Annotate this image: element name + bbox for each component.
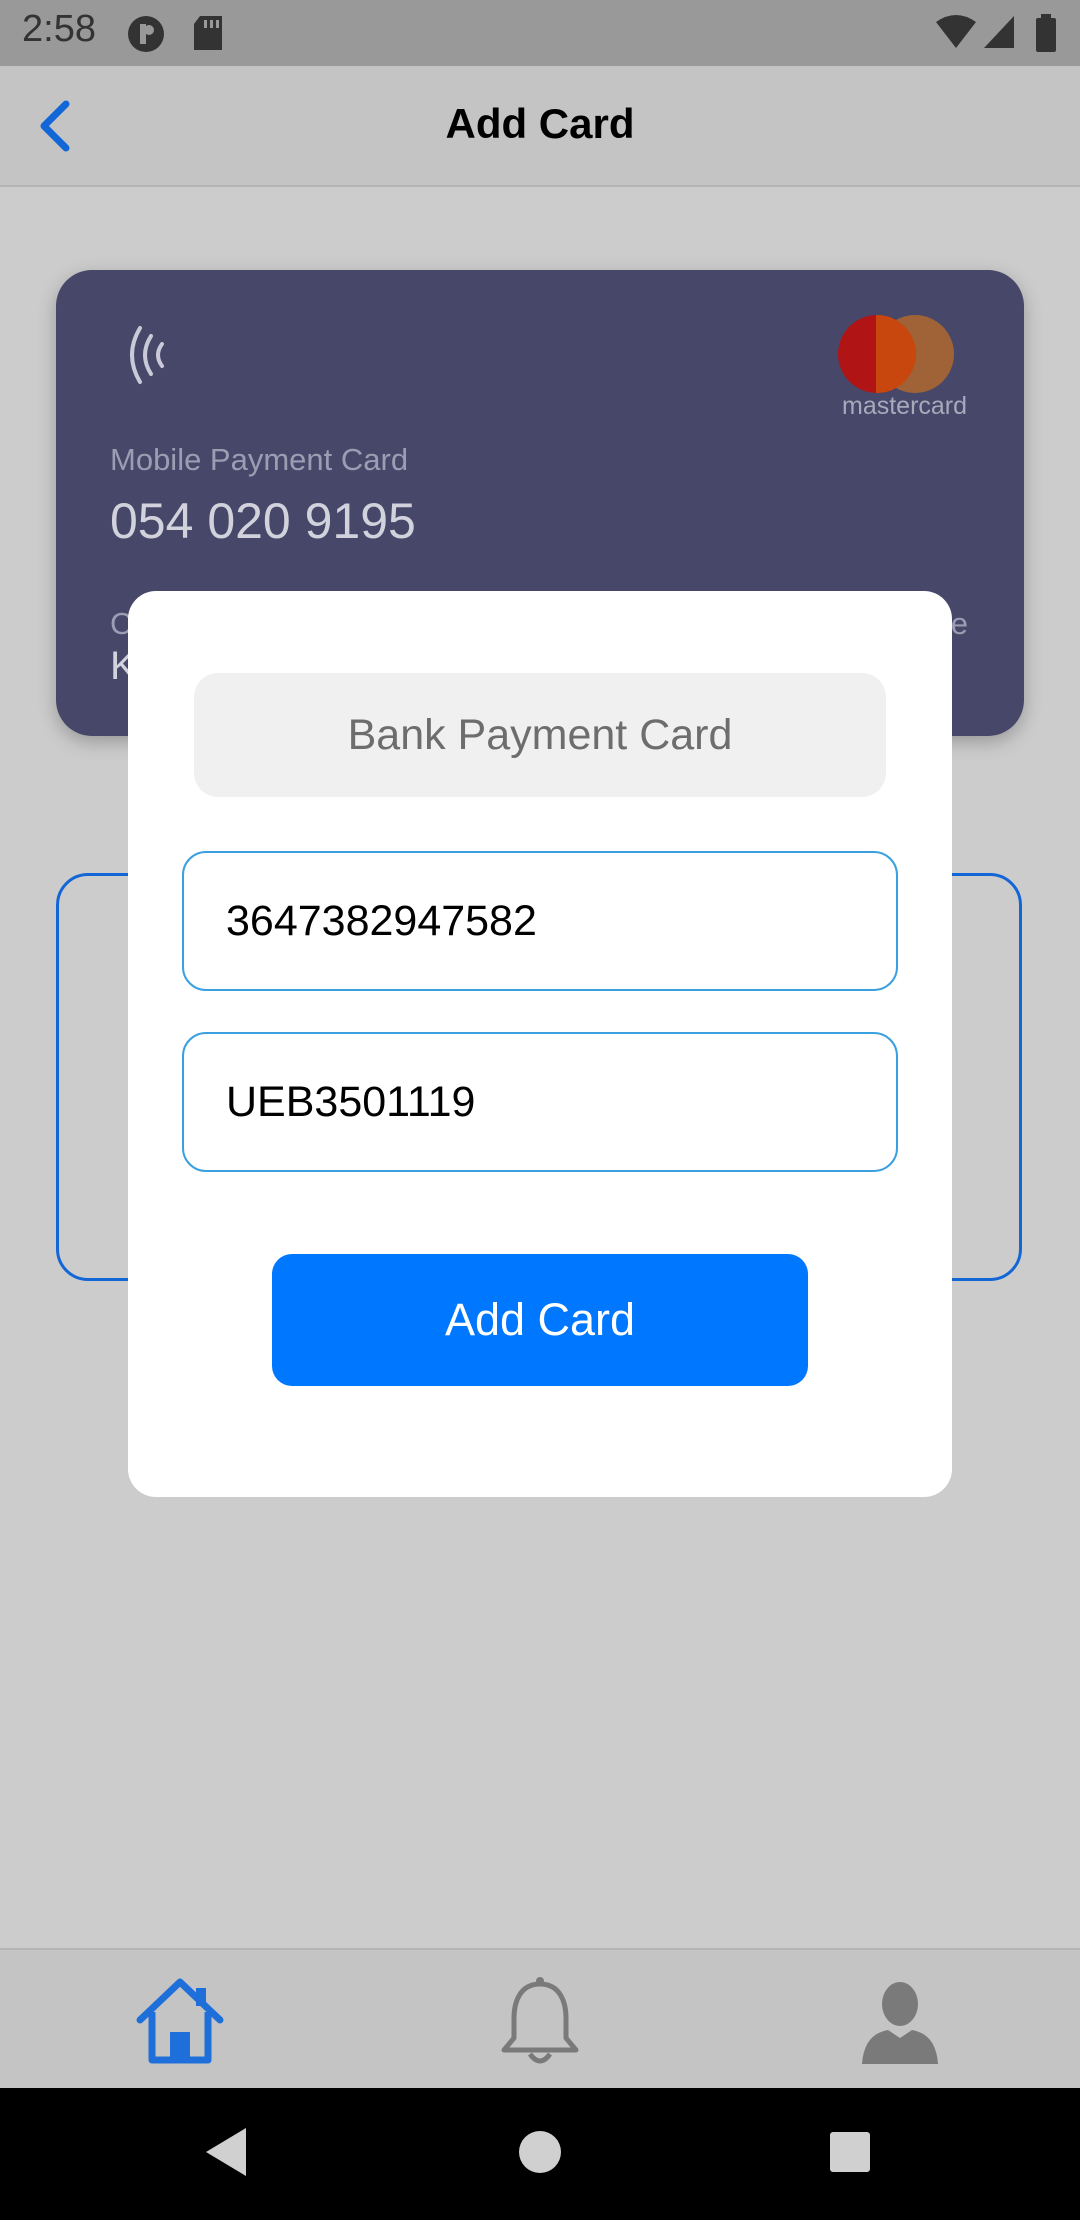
mastercard-logo-icon <box>838 315 968 395</box>
wifi-icon <box>936 15 976 48</box>
card-brand: mastercard <box>842 392 968 420</box>
card-expiry-label: e <box>950 606 968 641</box>
system-home-icon[interactable] <box>518 2124 562 2180</box>
app-header: Add Card <box>0 66 1080 187</box>
bottom-nav <box>0 1948 1080 2090</box>
card-code-input[interactable] <box>182 1032 898 1172</box>
system-back-icon[interactable] <box>200 2124 250 2180</box>
sd-card-icon <box>194 16 222 50</box>
add-card-button[interactable]: Add Card <box>272 1254 808 1386</box>
add-card-dialog: Bank Payment Card Add Card <box>128 591 952 1497</box>
card-number: 054 020 9195 <box>110 493 416 549</box>
system-recents-icon[interactable] <box>828 2124 872 2180</box>
cell-signal-icon <box>984 16 1014 48</box>
app-notification-icon <box>128 16 164 52</box>
page-title: Add Card <box>445 100 635 147</box>
user-icon[interactable] <box>850 1972 950 2072</box>
status-time: 2:58 <box>22 8 96 50</box>
system-nav-bar <box>0 2088 1080 2220</box>
status-bar: 2:58 <box>0 0 1080 66</box>
card-type-label: Mobile Payment Card <box>110 442 409 477</box>
bell-icon[interactable] <box>490 1972 590 2072</box>
battery-icon <box>1036 14 1056 52</box>
dialog-title: Bank Payment Card <box>194 673 886 797</box>
contactless-icon <box>130 326 164 384</box>
card-number-input[interactable] <box>182 851 898 991</box>
home-icon[interactable] <box>130 1972 230 2072</box>
